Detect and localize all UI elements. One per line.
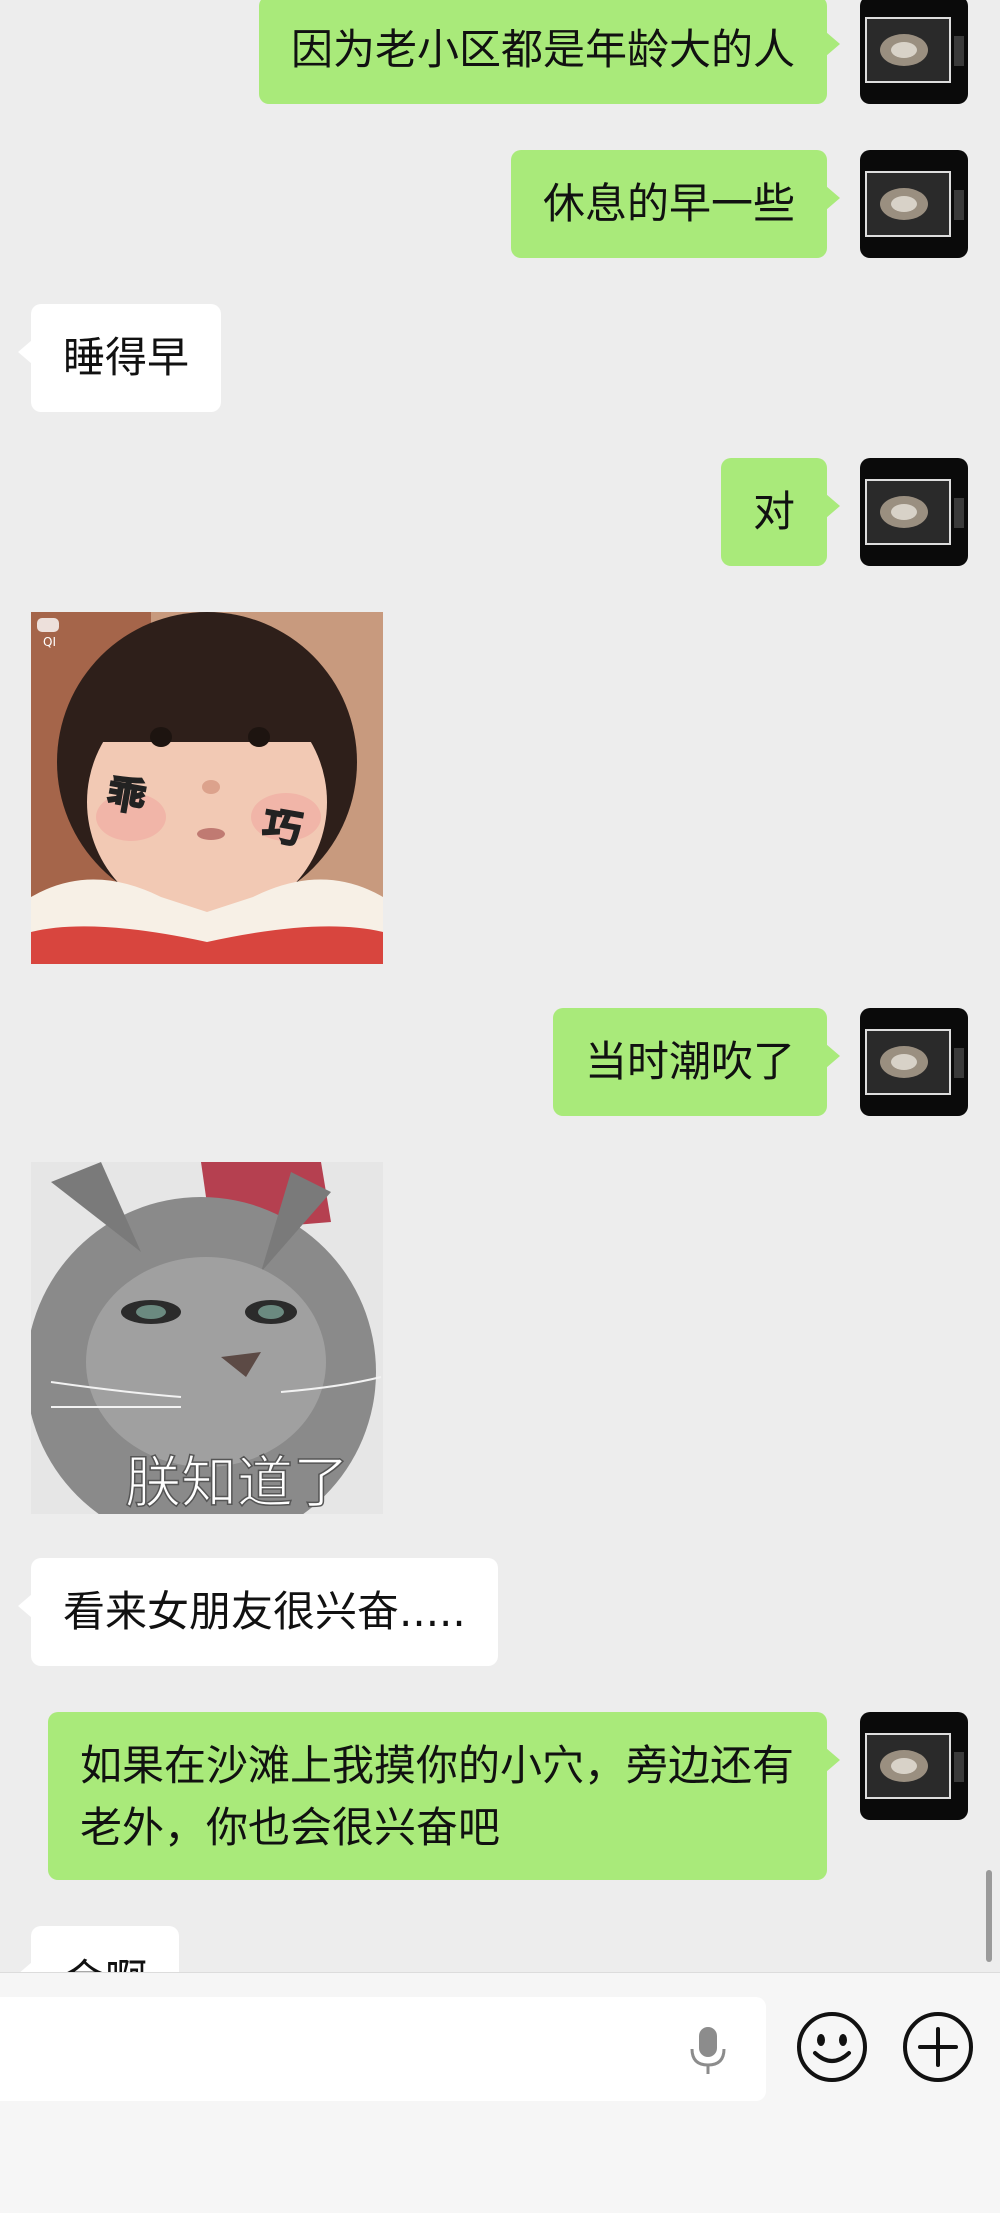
cat-sticker-art: 朕知道了 — [31, 1162, 383, 1514]
avatar-image — [865, 479, 964, 545]
avatar-image — [865, 1029, 964, 1095]
avatar-image — [865, 1733, 964, 1799]
scrollbar[interactable] — [986, 1870, 992, 1962]
chat-area[interactable]: 因为老小区都是年龄大的人 休息的早一些 睡得早 对 QI 乖 巧 当时潮吹了 朕… — [0, 0, 1000, 1972]
message-text: 看来女朋友很兴奋..... — [63, 1587, 466, 1636]
girl-sticker-art: QI 乖 巧 — [31, 612, 383, 964]
cat-sticker-image[interactable]: 朕知道了 — [31, 1162, 383, 1514]
message-text: 会啊 — [63, 1955, 147, 1972]
outgoing-message-bubble[interactable]: 对 — [720, 458, 841, 566]
avatar[interactable] — [860, 0, 968, 104]
outgoing-message-bubble[interactable]: 因为老小区都是年龄大的人 — [258, 0, 841, 104]
plus-icon[interactable] — [900, 2009, 976, 2085]
message-text: 因为老小区都是年龄大的人 — [290, 25, 795, 74]
input-bar — [0, 1972, 1000, 2213]
message-text: 对 — [752, 487, 795, 536]
sticker-caption-right: 巧 — [260, 802, 305, 852]
outgoing-message-bubble[interactable]: 如果在沙滩上我摸你的小穴，旁边还有老外，你也会很兴奋吧 — [48, 1712, 840, 1880]
incoming-message-bubble[interactable]: 睡得早 — [17, 304, 222, 412]
message-input[interactable] — [0, 1997, 766, 2101]
sticker-caption: 朕知道了 — [125, 1451, 349, 1514]
message-text: 如果在沙滩上我摸你的小穴，旁边还有老外，你也会很兴奋吧 — [80, 1741, 795, 1852]
outgoing-message-bubble[interactable]: 当时潮吹了 — [552, 1008, 841, 1116]
sticker-caption-left: 乖 — [104, 771, 149, 821]
incoming-message-bubble[interactable]: 会啊 — [17, 1926, 180, 1972]
outgoing-message-bubble[interactable]: 休息的早一些 — [510, 150, 841, 258]
avatar[interactable] — [860, 150, 968, 258]
avatar-image — [865, 17, 964, 83]
avatar[interactable] — [860, 458, 968, 566]
avatar[interactable] — [860, 1712, 968, 1820]
girl-sticker-image[interactable]: QI 乖 巧 — [31, 612, 383, 964]
message-text: 休息的早一些 — [542, 179, 795, 228]
avatar-image — [865, 171, 964, 237]
message-text: 当时潮吹了 — [584, 1037, 795, 1086]
incoming-message-bubble[interactable]: 看来女朋友很兴奋..... — [18, 1558, 498, 1666]
microphone-icon[interactable] — [686, 2025, 730, 2077]
message-text: 睡得早 — [63, 333, 190, 382]
avatar[interactable] — [860, 1008, 968, 1116]
sticker-corner-tag: QI — [43, 635, 56, 649]
emoji-icon[interactable] — [794, 2009, 870, 2085]
